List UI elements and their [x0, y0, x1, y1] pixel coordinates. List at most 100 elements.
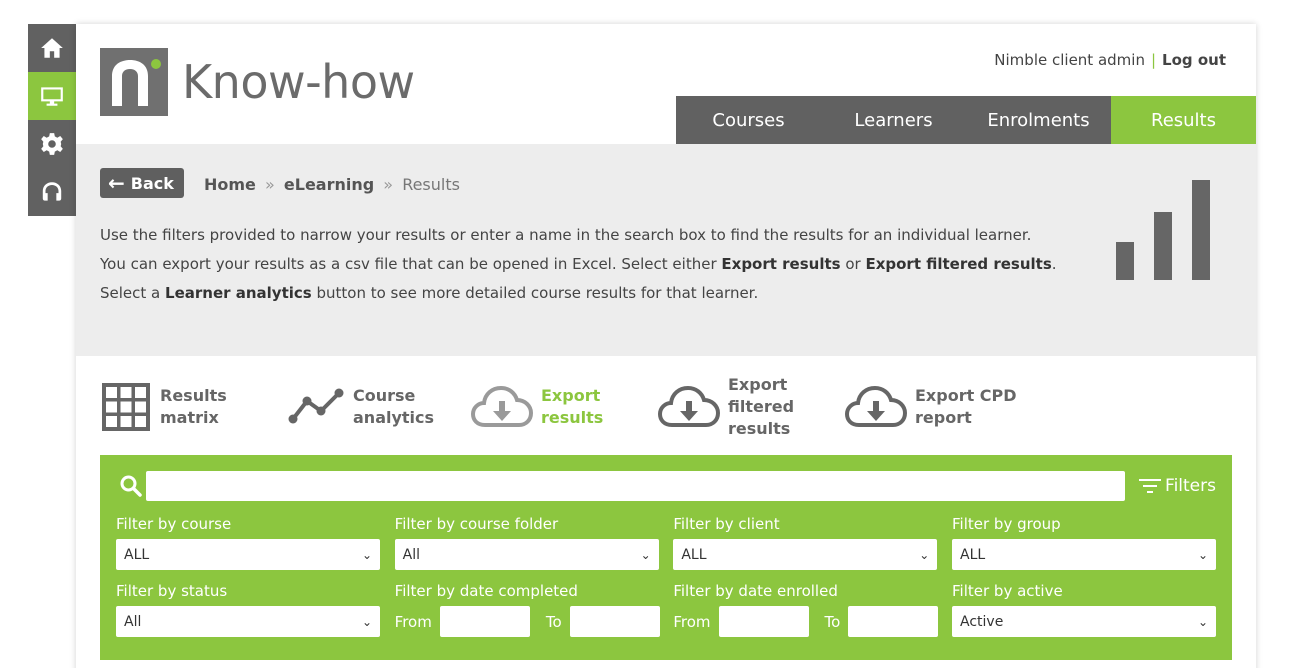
- export-cpd-report-button[interactable]: Export CPD report: [845, 374, 1045, 440]
- logo-mark-icon: [100, 48, 168, 116]
- filter-group-select[interactable]: ALL ⌄: [952, 539, 1217, 570]
- filter-status: Filter by status All ⌄: [116, 580, 395, 637]
- filter-group-label: Filter by group: [952, 515, 1061, 533]
- user-separator: |: [1150, 51, 1157, 69]
- filters-toggle-label: Filters: [1165, 476, 1216, 496]
- filters-panel: Filters Filter by course ALL ⌄ Filter by …: [100, 455, 1232, 660]
- breadcrumb-separator: »: [383, 175, 394, 194]
- filter-course-folder-select[interactable]: All ⌄: [394, 539, 659, 570]
- date-completed-to-input[interactable]: [569, 606, 660, 637]
- intro-line-2: You can export your results as a csv fil…: [100, 255, 1057, 273]
- breadcrumb: Home » eLearning » Results: [204, 175, 460, 194]
- logout-link[interactable]: Log out: [1162, 51, 1226, 69]
- chevron-down-icon: ⌄: [640, 547, 651, 562]
- search-icon: [116, 471, 146, 501]
- filter-grid: Filter by course ALL ⌄ Filter by course f…: [116, 513, 1217, 647]
- filter-client-select[interactable]: ALL ⌄: [673, 539, 938, 570]
- search-input[interactable]: [145, 471, 1126, 501]
- breadcrumb-current: Results: [402, 175, 460, 194]
- date-enrolled-range: From To: [673, 606, 952, 637]
- side-rail: [28, 24, 80, 216]
- filter-lines-icon: [1139, 479, 1162, 493]
- rail-settings[interactable]: [28, 120, 76, 168]
- bar-chart-icon: [1116, 180, 1210, 280]
- filter-client-label: Filter by client: [673, 515, 780, 533]
- filter-active-select[interactable]: Active ⌄: [952, 606, 1217, 637]
- rail-elearning[interactable]: [28, 72, 80, 120]
- main-nav: Courses Learners Enrolments Results: [676, 96, 1256, 148]
- chevron-down-icon: ⌄: [919, 547, 930, 562]
- user-menu: Nimble client admin | Log out: [994, 51, 1226, 69]
- filter-status-select[interactable]: All ⌄: [116, 606, 380, 637]
- chevron-down-icon: ⌄: [361, 614, 372, 629]
- filter-course-folder: Filter by course folder All ⌄: [394, 513, 674, 570]
- intro-line-1: Use the filters provided to narrow your …: [100, 226, 1032, 244]
- chevron-down-icon: ⌄: [1197, 614, 1209, 629]
- filter-active-label: Filter by active: [952, 582, 1063, 600]
- intro-line-3: Select a Learner analytics button to see…: [100, 284, 759, 302]
- rail-home[interactable]: [28, 24, 76, 72]
- date-enrolled-to-input[interactable]: [848, 606, 939, 637]
- export-cpd-report-label: Export CPD report: [915, 386, 1017, 427]
- breadcrumb-home[interactable]: Home: [204, 175, 256, 194]
- filter-course-label: Filter by course: [116, 515, 232, 533]
- cloud-download-icon: [471, 385, 533, 427]
- filter-group: Filter by group ALL ⌄: [952, 513, 1217, 570]
- date-to-label: To: [824, 612, 841, 631]
- results-matrix-button[interactable]: Results matrix: [100, 374, 287, 440]
- filter-client: Filter by client ALL ⌄: [673, 513, 952, 570]
- export-results-label: Export results: [541, 386, 604, 427]
- main-card: Know-how Nimble client admin | Log out Cou…: [76, 24, 1256, 668]
- export-filtered-results-label: Export filtered results: [728, 375, 795, 438]
- results-matrix-label: Results matrix: [160, 386, 227, 427]
- export-filtered-results-button[interactable]: Export filtered results: [658, 374, 845, 440]
- filter-course: Filter by course ALL ⌄: [116, 513, 395, 570]
- filter-date-completed: Filter by date completed From To: [395, 580, 674, 637]
- logo-text: Know-how: [182, 55, 415, 109]
- date-completed-range: From To: [395, 606, 674, 637]
- breadcrumb-separator: »: [265, 175, 275, 194]
- chevron-down-icon: ⌄: [361, 547, 372, 562]
- tab-courses[interactable]: Courses: [676, 96, 821, 144]
- filter-active: Filter by active Active ⌄: [952, 580, 1217, 637]
- monitor-icon: [41, 87, 63, 106]
- filter-status-label: Filter by status: [116, 582, 228, 600]
- course-analytics-button[interactable]: Course analytics: [287, 374, 471, 440]
- tab-learners[interactable]: Learners: [821, 96, 966, 144]
- arrow-left-icon: ←: [108, 171, 125, 195]
- filter-date-enrolled-label: Filter by date enrolled: [673, 582, 838, 600]
- date-completed-from-input[interactable]: [439, 606, 530, 637]
- rail-support[interactable]: [28, 168, 76, 216]
- gear-icon: [41, 133, 63, 155]
- action-bar: Results matrix Course analytics Export resu…: [100, 374, 1045, 440]
- chevron-down-icon: ⌄: [1197, 547, 1209, 562]
- filter-row: Filter by course ALL ⌄ Filter by course f…: [116, 513, 1217, 570]
- date-to-label: To: [545, 612, 562, 631]
- filter-date-enrolled: Filter by date enrolled From To: [673, 580, 952, 637]
- back-label: Back: [130, 173, 174, 193]
- filters-toggle-button[interactable]: Filters: [1139, 476, 1216, 496]
- export-results-button[interactable]: Export results: [471, 374, 658, 440]
- filter-course-select[interactable]: ALL ⌄: [116, 539, 380, 570]
- tab-results[interactable]: Results: [1111, 96, 1256, 148]
- breadcrumb-elearning[interactable]: eLearning: [284, 175, 374, 194]
- cloud-download-icon: [845, 385, 907, 427]
- filter-row: Filter by status All ⌄ Filter by date com…: [116, 580, 1217, 637]
- date-enrolled-from-input[interactable]: [718, 606, 809, 637]
- headset-icon: [42, 182, 62, 201]
- filter-date-completed-label: Filter by date completed: [394, 582, 578, 600]
- filter-course-folder-label: Filter by course folder: [394, 515, 559, 533]
- grid-icon: [102, 383, 150, 431]
- user-name: Nimble client admin: [994, 51, 1145, 69]
- date-from-label: From: [394, 612, 432, 631]
- home-icon: [41, 38, 63, 58]
- line-chart-icon: [288, 388, 344, 424]
- search-row: Filters: [116, 471, 1216, 501]
- back-button[interactable]: ← Back: [100, 168, 184, 198]
- logo[interactable]: Know-how: [100, 48, 415, 116]
- tab-enrolments[interactable]: Enrolments: [966, 96, 1111, 144]
- intro-text: Use the filters provided to narrow your …: [100, 224, 1060, 311]
- cloud-download-icon: [658, 385, 720, 427]
- course-analytics-label: Course analytics: [353, 386, 435, 427]
- date-from-label: From: [673, 612, 711, 631]
